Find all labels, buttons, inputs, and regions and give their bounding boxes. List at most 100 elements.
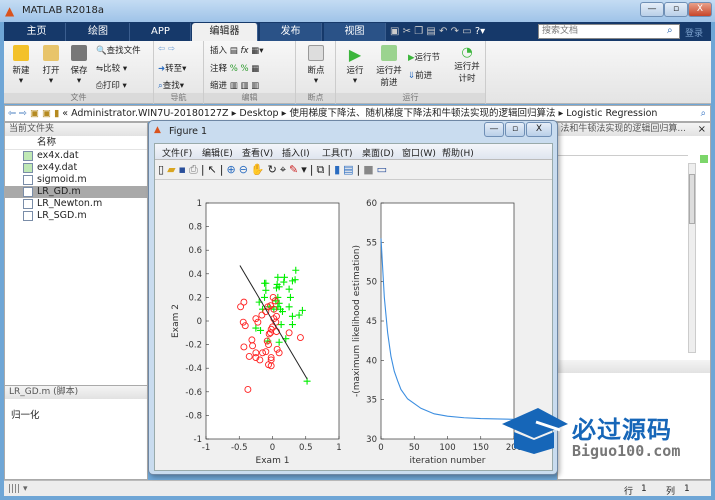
path-segment[interactable]: Administrator.WIN7U-20180127Z xyxy=(71,108,229,119)
tab-apps[interactable]: APP xyxy=(131,23,191,41)
stopwatch-icon: ◔ xyxy=(461,45,473,60)
figure-menu-item[interactable]: 查看(V) xyxy=(242,146,273,159)
zoom-out-icon[interactable]: ⊖ xyxy=(239,163,251,176)
file-item[interactable]: ex4x.dat xyxy=(5,150,147,162)
save-button[interactable]: 保存 ▾ xyxy=(68,45,90,86)
file-item[interactable]: LR_GD.m xyxy=(5,186,147,198)
indent-button[interactable]: 缩进 ▥ ▥ ▥ xyxy=(210,79,259,91)
pan-icon[interactable]: ✋ xyxy=(251,163,268,176)
details-text: 归一化 xyxy=(11,410,40,421)
new-icon xyxy=(13,45,29,61)
figure-menu-item[interactable]: 工具(T) xyxy=(322,146,353,159)
y-tick-label: 55 xyxy=(366,238,377,248)
print-button[interactable]: ⎙打印 ▾ xyxy=(96,79,127,91)
brush-icon[interactable]: ✎ xyxy=(289,163,301,176)
open-button[interactable]: 打开 ▾ xyxy=(40,45,62,86)
name-column-header[interactable]: 名称 xyxy=(5,136,147,150)
close-button[interactable]: X xyxy=(688,2,712,17)
file-item[interactable]: LR_Newton.m xyxy=(5,198,147,210)
path-segment[interactable]: Logistic Regression xyxy=(566,108,657,119)
new-button[interactable]: 新建 ▾ xyxy=(10,45,32,86)
cut-icon[interactable]: ✂ xyxy=(403,26,411,37)
save-icon[interactable]: ▣ xyxy=(390,26,399,37)
run-section-label: 运行节 xyxy=(414,53,441,63)
search-icon[interactable]: ⌕ xyxy=(667,25,673,36)
comment-button[interactable]: 注释 % % ▦ xyxy=(210,62,259,74)
back-forward-buttons[interactable]: ⇦ ⇨ xyxy=(158,44,175,54)
file-item[interactable]: ex4y.dat xyxy=(5,162,147,174)
figure-maximize-button[interactable]: ▫ xyxy=(505,122,525,137)
figure-menu-item[interactable]: 插入(I) xyxy=(282,146,310,159)
figure-logo-icon: ▲ xyxy=(154,125,161,135)
insert-button[interactable]: 插入 ▤ fx ▦▾ xyxy=(210,44,263,56)
run-advance-button[interactable]: 运行并 前进 xyxy=(374,45,404,88)
file-name: LR_SGD.m xyxy=(37,210,87,221)
paste-icon[interactable]: ▤ xyxy=(426,26,435,37)
close-icon[interactable]: × xyxy=(698,124,706,135)
link-icon[interactable]: ⧉ xyxy=(316,163,327,176)
tab-home[interactable]: 主页 xyxy=(8,23,66,41)
y-tick-label: 0.2 xyxy=(188,293,202,303)
figure-menu-item[interactable]: 窗口(W) xyxy=(402,146,436,159)
y-tick-label: 60 xyxy=(366,199,377,209)
run-button[interactable]: ▶ 运行 ▾ xyxy=(342,45,368,86)
figure-title: Figure 1 xyxy=(169,126,208,137)
breakpoints-label: 断点 xyxy=(307,66,325,76)
y-axis-label: -(maximum likelihood estimation) xyxy=(352,245,362,397)
file-item[interactable]: sigmoid.m xyxy=(5,174,147,186)
hide-plot-tools-icon[interactable]: ■ xyxy=(363,163,376,176)
copy-icon[interactable]: ❐ xyxy=(414,26,423,37)
run-section-button[interactable]: ▶运行节 xyxy=(408,51,440,63)
tab-editor[interactable]: 编辑器 xyxy=(192,23,258,41)
figure-menu-item[interactable]: 文件(F) xyxy=(162,146,192,159)
figure-close-button[interactable]: X xyxy=(526,122,552,137)
maximize-button[interactable]: ▫ xyxy=(664,2,688,17)
editor-scrollbar[interactable] xyxy=(688,163,696,353)
breakpoints-button[interactable]: 断点 ▾ xyxy=(304,45,328,86)
nav-arrows-icon[interactable]: ⇦ ⇨ xyxy=(5,108,30,119)
legend-icon[interactable]: ▤ xyxy=(343,163,356,176)
show-plot-tools-icon[interactable]: ▭ xyxy=(377,163,390,176)
goto-button[interactable]: ➜转至▾ xyxy=(158,62,186,74)
col-label: 列 xyxy=(666,487,676,497)
editor-text-area[interactable] xyxy=(558,155,688,360)
figure-menu-item[interactable]: 编辑(E) xyxy=(202,146,233,159)
figure-menu-item[interactable]: 桌面(D) xyxy=(362,146,394,159)
save-icon[interactable]: ▪ xyxy=(179,163,189,176)
figure-menu-item[interactable]: 帮助(H) xyxy=(442,146,474,159)
find-button[interactable]: ⌕查找▾ xyxy=(158,79,184,91)
y-axis-label: Exam 2 xyxy=(171,304,181,338)
folder-up-icon[interactable]: ▣ ▣ ▮ xyxy=(30,108,59,119)
colorbar-icon[interactable]: ▮ xyxy=(334,163,343,176)
path-segment[interactable]: Desktop xyxy=(239,108,278,119)
file-item[interactable]: LR_SGD.m xyxy=(5,210,147,222)
figure-minimize-button[interactable]: — xyxy=(484,122,504,137)
open-icon[interactable]: ▰ xyxy=(167,163,178,176)
switch-windows-icon[interactable]: ▭ xyxy=(462,26,471,37)
tab-publish[interactable]: 发布 xyxy=(260,23,322,41)
find-files-button[interactable]: 🔍查找文件 xyxy=(96,44,141,56)
y-tick-label: -0.8 xyxy=(185,411,202,421)
compare-button[interactable]: ⇋比较 ▾ xyxy=(96,62,127,74)
print-icon[interactable]: ⎙ xyxy=(189,163,201,176)
run-and-time-button[interactable]: ◔ 运行并 计时 xyxy=(452,45,482,84)
rotate-icon[interactable]: ↻ xyxy=(268,163,280,176)
search-docs-input[interactable]: 搜索文档 xyxy=(538,24,680,39)
editor-tab[interactable]: 法和牛顿法实现的逻辑回归算... xyxy=(558,123,710,136)
minimize-button[interactable]: — xyxy=(640,2,664,17)
path-segment[interactable]: 使用梯度下降法、随机梯度下降法和牛顿法实现的逻辑回归算法 xyxy=(289,108,555,119)
fx-icon[interactable]: fx xyxy=(240,46,248,56)
address-search-icon[interactable]: ⌕ xyxy=(701,106,706,121)
tab-plots[interactable]: 绘图 xyxy=(67,23,130,41)
new-figure-icon[interactable]: ▯ xyxy=(158,163,167,176)
advance-button[interactable]: ⇓前进 xyxy=(408,69,432,81)
undo-icon[interactable]: ↶ xyxy=(439,26,447,37)
tab-view[interactable]: 视图 xyxy=(324,23,386,41)
data-cursor-icon[interactable]: ⌖ xyxy=(280,163,289,176)
login-link[interactable]: 登录 xyxy=(685,26,703,39)
zoom-in-icon[interactable]: ⊕ xyxy=(226,163,238,176)
pointer-icon[interactable]: ↖ xyxy=(208,163,220,176)
redo-icon[interactable]: ↷ xyxy=(451,26,459,37)
chevron-down-icon[interactable]: ▾ xyxy=(480,26,485,37)
run-time-label: 运行并 计时 xyxy=(454,62,480,84)
